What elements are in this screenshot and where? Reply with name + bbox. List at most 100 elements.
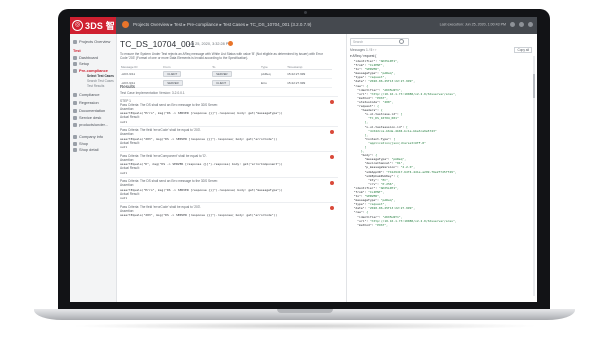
building-icon bbox=[73, 134, 77, 139]
json-value: "dc642cca-b6da-4b04-bc1a-bbe3ca9e5743" bbox=[368, 128, 437, 133]
sidebar-item[interactable]: Documentation bbox=[70, 108, 116, 113]
sidebar-item-label: Projects Overview bbox=[79, 39, 111, 44]
sidebar-item-label: Regression bbox=[79, 100, 99, 105]
assertion-code: assertEquals("203", msg("DS -> SERVER [r… bbox=[120, 213, 278, 218]
box-icon bbox=[73, 122, 77, 127]
sidebar-item[interactable]: Setup bbox=[70, 61, 116, 66]
sidebar-item-label: Test bbox=[73, 48, 81, 53]
sidebar-item[interactable]: Test bbox=[70, 48, 119, 53]
cart-icon bbox=[73, 141, 77, 146]
sidebar-item-label: Service desk bbox=[79, 115, 102, 120]
gear-icon bbox=[73, 61, 77, 66]
chart-icon bbox=[73, 55, 77, 60]
step-item: Pass Criteria: The field 'errorCode' sha… bbox=[120, 202, 338, 219]
sidebar-item[interactable]: Shop bbox=[70, 141, 116, 146]
laptop-notch bbox=[277, 309, 333, 313]
json-root-toggle[interactable]: ▾ AReq / request { bbox=[350, 54, 376, 58]
sidebar-item[interactable]: Regression bbox=[70, 100, 116, 105]
execution-date: Jun 25, 2020, 3:32:28 PM bbox=[188, 42, 232, 46]
main-content: TC_DS_10704_001 Jun 25, 2020, 3:32:28 PM… bbox=[117, 34, 343, 302]
fail-icon[interactable] bbox=[330, 100, 334, 104]
webcam bbox=[304, 11, 307, 14]
step-item: STEP 1 Pass Criteria: The DS shall send a… bbox=[120, 96, 338, 126]
step-item: Pass Criteria: The DS shall send an Erro… bbox=[120, 176, 338, 203]
sidebar-item[interactable]: Company info bbox=[70, 134, 116, 139]
json-value: ] bbox=[364, 144, 367, 149]
check-icon bbox=[73, 68, 77, 73]
sidebar-item-label: products/under... bbox=[79, 122, 108, 127]
last-execution-text: Last execution: Jun 25, 2020, 1:00:43 PM bbox=[439, 22, 506, 27]
sidebar: Projects Overview Test Dashboard Setup Pre-c… bbox=[70, 34, 117, 302]
sidebar-item-label: Select Test Cases bbox=[87, 74, 114, 78]
table-cell: CLIENT bbox=[211, 78, 261, 89]
page-title: TC_DS_10704_001 bbox=[120, 39, 196, 49]
sidebar-item[interactable]: Shop detail bbox=[70, 147, 116, 152]
sidebar-item-label: Compliance bbox=[79, 92, 100, 97]
fail-icon[interactable] bbox=[330, 180, 334, 185]
table-cell: pAReq bbox=[260, 69, 287, 80]
sidebar-item[interactable]: products/under... bbox=[70, 122, 116, 127]
json-line: "method": "POST", bbox=[350, 223, 524, 227]
brand-block[interactable]: ◎ 3DS 智能 bbox=[70, 17, 116, 44]
step-item: Pass Criteria: The field 'errorComponent… bbox=[120, 151, 338, 177]
sidebar-item-label: Company info bbox=[79, 134, 104, 139]
sidebar-item-label: Setup bbox=[79, 61, 90, 66]
sidebar-item[interactable]: Pre-compliance bbox=[70, 68, 116, 73]
sidebar-item-label: Shop bbox=[79, 141, 89, 146]
sidebar-item[interactable]: Projects Overview bbox=[70, 39, 116, 44]
grid-icon bbox=[73, 39, 77, 44]
steps-list: STEP 1 Pass Criteria: The DS shall send a… bbox=[120, 96, 338, 219]
json-value: [ bbox=[400, 112, 403, 117]
endpoint-badge: SERVER bbox=[163, 80, 183, 87]
table-cell: SERVER bbox=[162, 78, 212, 89]
table-cell: -AKX-9/11 bbox=[120, 69, 163, 80]
user-icon[interactable] bbox=[528, 22, 533, 27]
actual-result-value: null bbox=[120, 196, 128, 201]
actual-result-value: null bbox=[120, 145, 128, 150]
settings-icon[interactable] bbox=[519, 22, 524, 27]
message-pager[interactable]: Messages 1 / 5 ‹ › bbox=[350, 48, 376, 52]
json-key: "method": bbox=[350, 222, 376, 227]
test-description: To ensure the System Under Test rejects … bbox=[120, 52, 323, 61]
sidebar-item-label: Pre-compliance bbox=[79, 68, 108, 73]
step-item: Pass Criteria: The field 'errorCode' sha… bbox=[120, 125, 338, 152]
actual-result-value: null bbox=[120, 119, 128, 124]
sidebar-item[interactable]: Compliance bbox=[70, 92, 116, 97]
message-panel: Search Messages 1 / 5 ‹ › Copy all ▾ ARe… bbox=[346, 34, 537, 302]
brand-logo-icon: ◎ bbox=[72, 20, 83, 31]
table-row[interactable]: -AKX-9/11 CLIENT SERVER pAReq 15:22:27.999 bbox=[120, 69, 332, 80]
sidebar-item-label: Test Results bbox=[87, 84, 105, 88]
book-icon bbox=[73, 108, 77, 113]
actual-result-value: null bbox=[120, 170, 128, 175]
table-cell: Erro bbox=[260, 78, 287, 89]
json-value: "2020-06-25T13:22:27.999", bbox=[368, 79, 416, 84]
shield-icon bbox=[73, 92, 77, 97]
header-status: Last execution: Jun 25, 2020, 1:00:43 PM bbox=[440, 22, 533, 27]
table-cell: 15:22:27.999 bbox=[286, 78, 332, 89]
top-bar: ◎ 3DS 智能 Projects Overview ▸ Test ▸ Pre-… bbox=[70, 17, 537, 44]
status-icon[interactable] bbox=[228, 41, 233, 46]
panel-scrollbar-thumb[interactable] bbox=[533, 74, 535, 98]
table-cell: 15:22:27.999 bbox=[286, 69, 332, 80]
table-cell: SERVER bbox=[211, 69, 261, 80]
help-icon bbox=[73, 115, 77, 120]
message-table: Message ID From To Type Timestamp -AKX-9/11 C… bbox=[120, 64, 332, 89]
sidebar-item-label: Search Test Cases bbox=[87, 79, 114, 83]
laptop-shadow bbox=[70, 322, 540, 330]
copy-all-button[interactable]: Copy all bbox=[514, 47, 532, 53]
fail-icon[interactable] bbox=[330, 129, 334, 134]
sidebar-item[interactable]: Service desk bbox=[70, 115, 116, 120]
refresh-icon bbox=[73, 100, 77, 105]
json-value: "POST", bbox=[375, 222, 388, 227]
implementation-version: Test Case Implementation Version: 3.2.0.… bbox=[120, 91, 185, 95]
json-value: "200", bbox=[382, 99, 394, 104]
sidebar-item-label: Documentation bbox=[79, 108, 106, 113]
results-title: Results bbox=[120, 84, 136, 89]
endpoint-badge: SERVER bbox=[212, 71, 232, 78]
help-icon[interactable] bbox=[510, 22, 515, 27]
breadcrumb[interactable]: Projects Overview ▸ Test ▸ Pre-complianc… bbox=[133, 22, 311, 28]
sidebar-item[interactable]: Dashboard bbox=[70, 55, 116, 60]
table-row[interactable]: -AKX-9/11 SERVER CLIENT Erro 15:22:27.999 bbox=[120, 78, 332, 89]
json-value: "application/json;charset=UTF-8" bbox=[368, 140, 426, 145]
menu-icon[interactable] bbox=[122, 21, 129, 28]
